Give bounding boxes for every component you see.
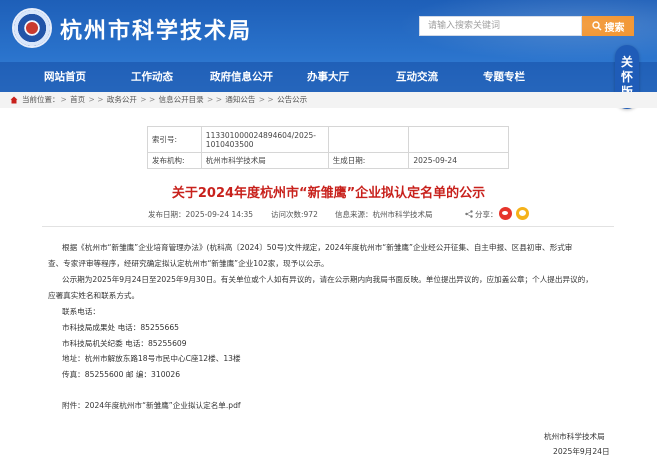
nav-item-work-news[interactable]: 工作动态 [131, 62, 173, 92]
info-table: 索引号: 113301000024894604/2025-1010403500 … [147, 126, 509, 169]
article-title: 关于2024年度杭州市“新雏鹰”企业拟认定名单的公示 [171, 186, 486, 201]
breadcrumb-home[interactable]: 首页 [70, 95, 85, 104]
wechat-share-icon[interactable] [516, 207, 529, 220]
para1-line1: 根据《杭州市“新雏鹰”企业培育管理办法》(杭科高〔2024〕50号)文件规定，2… [62, 243, 573, 252]
site-header: 杭州市科学技术局 请输入搜索关键词 搜索 网站首页 工作动态 政府信息公开 办事… [0, 0, 657, 92]
attachment-link[interactable]: 附件：2024年度杭州市“新雏鹰”企业拟认定名单.pdf [62, 400, 241, 411]
index-label: 索引号: [147, 126, 202, 153]
search-button-label: 搜索 [604, 22, 625, 34]
share-label: 分享： [475, 210, 498, 219]
breadcrumb-prefix: 当前位置： [22, 95, 60, 104]
care-mode-char-2: 怀 [620, 69, 633, 84]
nav-item-info-disclosure[interactable]: 政府信息公开 [210, 62, 273, 92]
signature-date: 2025年9月24日 [553, 447, 610, 456]
empty-cell [408, 126, 509, 153]
search-button[interactable]: 搜索 [582, 16, 634, 36]
breadcrumb-info-catalog[interactable]: 信息公开目录 [159, 95, 204, 104]
fax: 传真：85255600 邮 编：310026 [62, 370, 181, 379]
para2-line1: 公示期为2025年9月24日至2025年9月30日。有关单位或个人如有异议的，请… [62, 275, 593, 284]
nav-item-special-topics[interactable]: 专题专栏 [483, 62, 525, 92]
nav-item-interaction[interactable]: 互动交流 [396, 62, 438, 92]
breadcrumb: 当前位置：> 首页 > > 政务公开 > > 信息公开目录 > > 通知公告 >… [0, 92, 657, 108]
info-source: 信息来源：杭州市科学技术局 [335, 210, 433, 219]
share-icon [465, 210, 473, 218]
search-icon [591, 21, 601, 31]
signature-org: 杭州市科学技术局 [544, 432, 605, 441]
view-count: 访问次数:972 [271, 210, 318, 219]
org-value: 杭州市科学技术局 [200, 152, 329, 169]
breadcrumb-notices[interactable]: 通知公告 [225, 95, 255, 104]
index-value: 113301000024894604/2025-1010403500 [200, 126, 329, 153]
breadcrumb-gov-affairs[interactable]: 政务公开 [107, 95, 137, 104]
date-label: 生成日期: [327, 152, 410, 169]
empty-cell [327, 126, 410, 153]
search-input[interactable]: 请输入搜索关键词 [419, 16, 582, 36]
contact-2: 市科技局机关纪委 电话：85255609 [62, 339, 187, 348]
home-icon [10, 96, 18, 104]
nav-item-home[interactable]: 网站首页 [44, 62, 86, 92]
nav-item-service-hall[interactable]: 办事大厅 [307, 62, 349, 92]
contact-1: 市科技局成果处 电话：85255665 [62, 323, 180, 332]
main-nav: 网站首页 工作动态 政府信息公开 办事大厅 互动交流 专题专栏 [0, 62, 657, 92]
date-value: 2025-09-24 [408, 152, 509, 169]
para1-line2: 查、专家评审等程序，经研究确定拟认定杭州市“新雏鹰”企业102家，现予以公示。 [48, 259, 329, 268]
breadcrumb-announcements[interactable]: 公告公示 [277, 95, 307, 104]
org-label: 发布机构: [147, 152, 202, 169]
publish-date: 发布日期：2025-09-24 14:35 [148, 210, 254, 219]
para2-line2: 应署真实姓名和联系方式。 [48, 291, 140, 300]
site-logo[interactable] [12, 8, 52, 48]
divider [42, 226, 614, 227]
care-mode-char-1: 关 [620, 54, 633, 69]
site-title[interactable]: 杭州市科学技术局 [60, 13, 252, 45]
weibo-share-icon[interactable] [499, 207, 512, 220]
contact-title: 联系电话： [62, 307, 100, 316]
address: 地址：杭州市解放东路18号市民中心C座12楼、13楼 [62, 354, 241, 363]
